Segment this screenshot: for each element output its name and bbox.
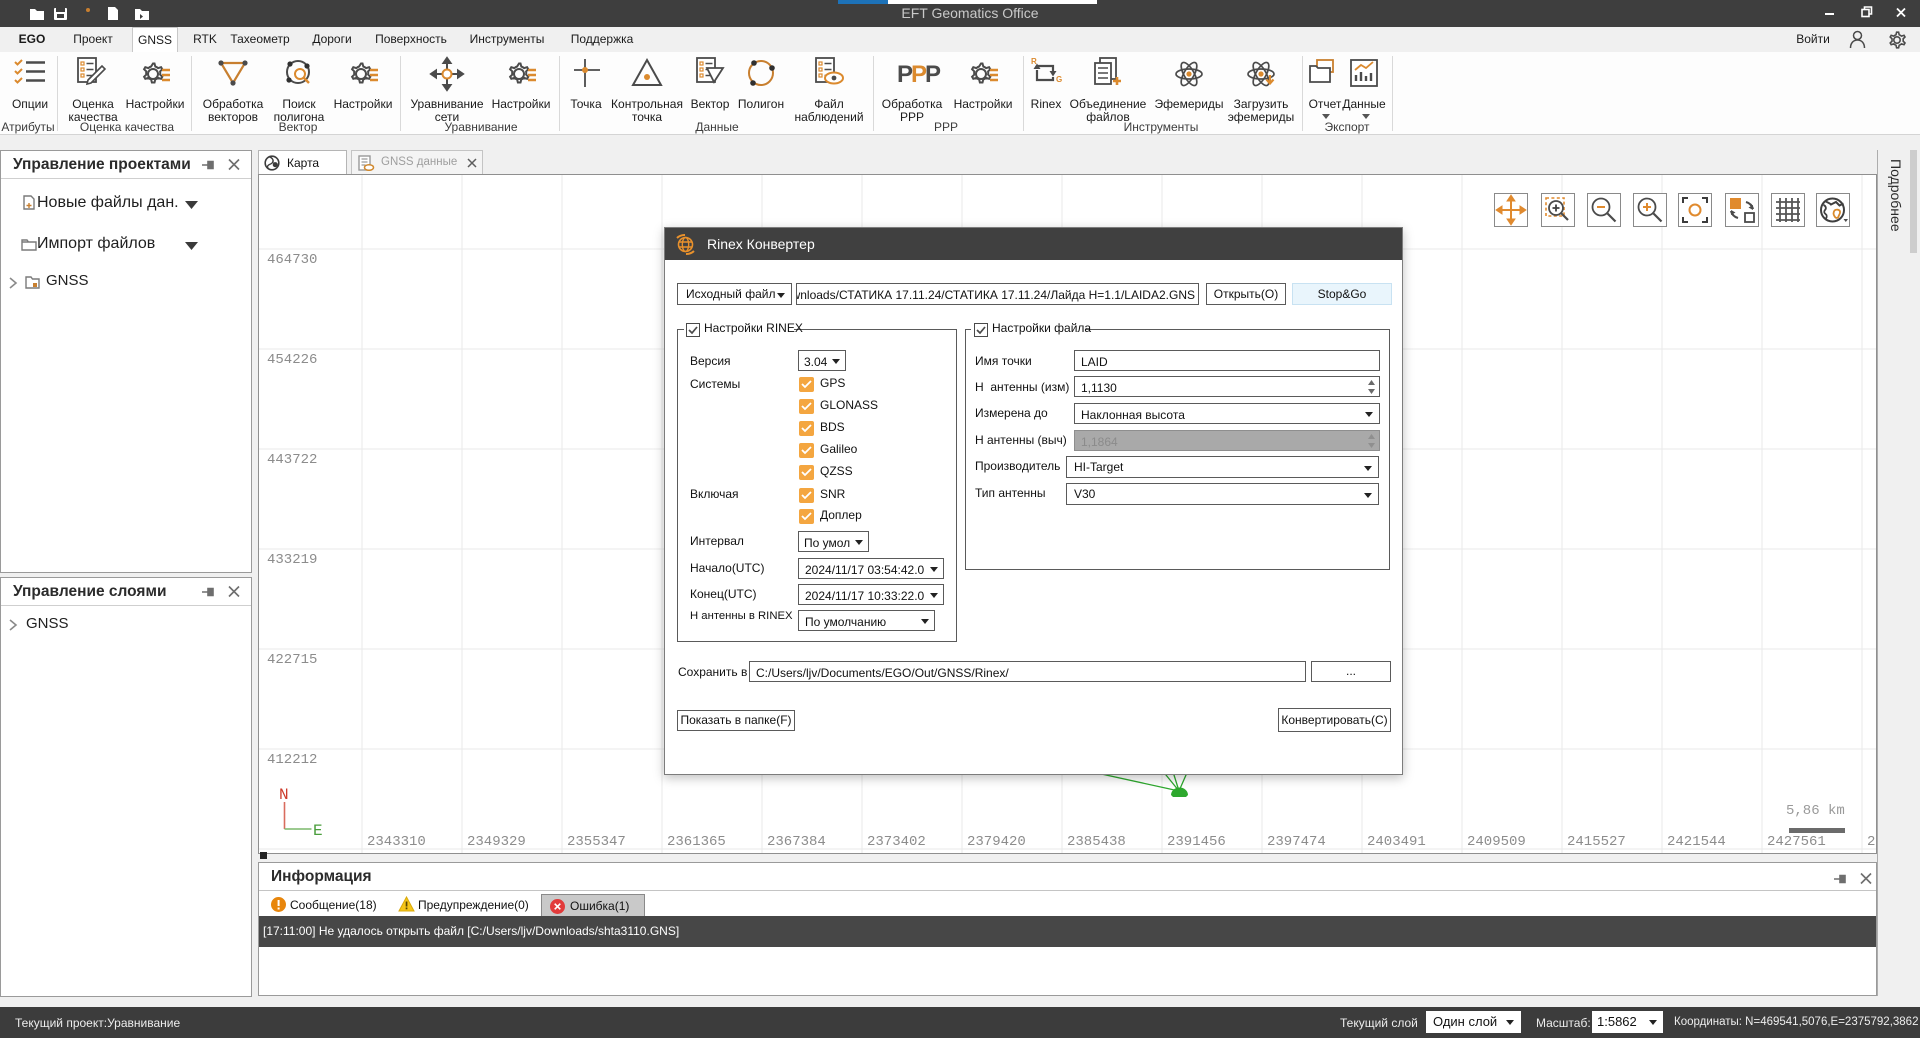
svg-text:E: E — [313, 822, 323, 840]
svg-text:R: R — [1031, 57, 1037, 66]
svg-text:P: P — [925, 61, 941, 88]
svg-text:G: G — [1056, 75, 1062, 84]
svg-text:N: N — [279, 786, 289, 804]
